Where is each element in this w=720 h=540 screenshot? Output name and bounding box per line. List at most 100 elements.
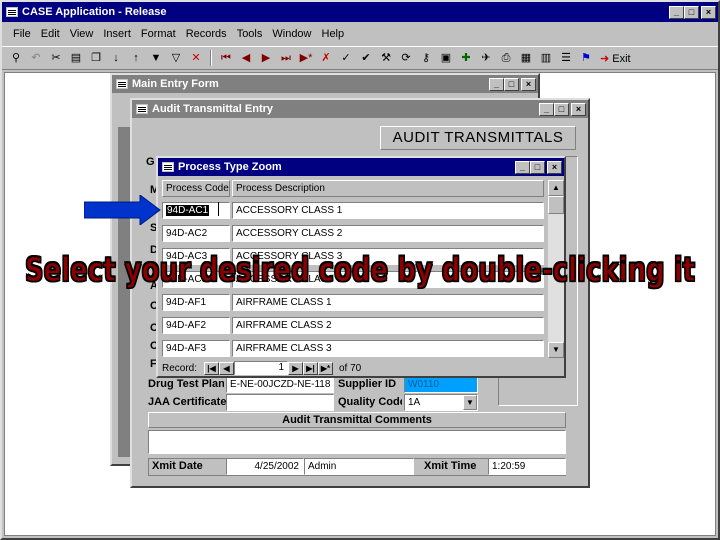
- audit-form-maximize-button[interactable]: □: [554, 102, 569, 116]
- properties-icon[interactable]: ▣: [438, 50, 454, 66]
- sort-ascending-icon[interactable]: ↓: [108, 50, 124, 66]
- main-form-title: Main Entry Form: [132, 78, 219, 90]
- column-header-process-code[interactable]: Process Code: [162, 180, 230, 197]
- last-record-button[interactable]: ▶|: [303, 361, 318, 375]
- user-field[interactable]: Admin: [304, 458, 414, 475]
- process-description-cell[interactable]: ACCESSORY CLASS 1: [232, 202, 544, 219]
- scroll-up-button[interactable]: ▲: [548, 180, 564, 196]
- menu-edit[interactable]: Edit: [36, 28, 65, 40]
- partial-label: G: [146, 156, 155, 168]
- sort-descending-icon[interactable]: ↑: [128, 50, 144, 66]
- new-record-icon[interactable]: ▶*: [298, 50, 314, 66]
- comments-field[interactable]: [148, 430, 566, 454]
- scroll-thumb[interactable]: [548, 196, 564, 214]
- form-window-icon: [162, 162, 174, 172]
- menu-window[interactable]: Window: [267, 28, 316, 40]
- menu-insert[interactable]: Insert: [98, 28, 136, 40]
- toolbar: ⚲ ↶ ✂ ▤ ❐ ↓ ↑ ▼ ▽ ✕ ⏮ ◀ ▶ ⏭ ▶* ✗ ✓ ✔ ⚒ ⟳…: [2, 46, 718, 70]
- column-header-process-description[interactable]: Process Description: [232, 180, 544, 197]
- new-record-button[interactable]: ▶*: [318, 361, 333, 375]
- next-record-button[interactable]: ▶: [288, 361, 303, 375]
- main-form-close-button[interactable]: ×: [521, 77, 536, 91]
- chart-icon[interactable]: ✚: [458, 50, 474, 66]
- audit-form-minimize-button[interactable]: _: [539, 102, 554, 116]
- spelling-icon[interactable]: ✔: [358, 50, 374, 66]
- zoom-title: Process Type Zoom: [178, 161, 282, 173]
- exit-icon: ➜: [600, 52, 610, 65]
- record-count: of 70: [339, 362, 362, 374]
- last-record-icon[interactable]: ⏭: [278, 50, 294, 66]
- previous-record-icon[interactable]: ◀: [238, 50, 254, 66]
- print-icon[interactable]: ⎙: [498, 50, 514, 66]
- process-code-selected: 94D-AC1: [166, 205, 210, 216]
- main-form-titlebar[interactable]: Main Entry Form _ □ ×: [112, 75, 538, 93]
- quality-code-label: Quality Code: [338, 396, 402, 408]
- process-code-cell[interactable]: 94D-AF1: [162, 294, 230, 311]
- copy-icon[interactable]: ❐: [88, 50, 104, 66]
- fax-icon[interactable]: ✈: [478, 50, 494, 66]
- filter-form-icon[interactable]: ▽: [168, 50, 184, 66]
- zoom-close-button[interactable]: ×: [547, 160, 562, 174]
- app-titlebar[interactable]: CASE Application - Release _ □ ×: [2, 2, 718, 22]
- undo-icon[interactable]: ↶: [28, 50, 44, 66]
- tools-icon[interactable]: ⚒: [378, 50, 394, 66]
- zoom-titlebar[interactable]: Process Type Zoom _ □ ×: [158, 158, 564, 176]
- delete-record-icon[interactable]: ✗: [318, 50, 334, 66]
- supplier-id-field[interactable]: W0110: [404, 376, 478, 393]
- zoom-minimize-button[interactable]: _: [515, 160, 530, 174]
- form-icon[interactable]: ▦: [518, 50, 534, 66]
- quality-code-select[interactable]: 1A ▼: [404, 394, 478, 411]
- main-form-maximize-button[interactable]: □: [504, 77, 519, 91]
- list-icon[interactable]: ☰: [558, 50, 574, 66]
- jaa-certificate-field[interactable]: [226, 394, 334, 411]
- record-number-field[interactable]: 1: [234, 361, 288, 375]
- previous-record-button[interactable]: ◀: [219, 361, 234, 375]
- toolbar-separator: [210, 50, 212, 66]
- close-button[interactable]: ×: [701, 5, 716, 19]
- sync-icon[interactable]: ⟳: [398, 50, 414, 66]
- process-code-cell[interactable]: 94D-AF2: [162, 317, 230, 334]
- remove-filter-icon[interactable]: ✕: [188, 50, 204, 66]
- menu-view[interactable]: View: [65, 28, 99, 40]
- menu-help[interactable]: Help: [317, 28, 350, 40]
- text-cursor-icon: [218, 202, 219, 216]
- first-record-icon[interactable]: ⏮: [218, 50, 234, 66]
- chevron-down-icon[interactable]: ▼: [463, 395, 477, 410]
- next-record-icon[interactable]: ▶: [258, 50, 274, 66]
- filter-selection-icon[interactable]: ▼: [148, 50, 164, 66]
- check-icon[interactable]: ✓: [338, 50, 354, 66]
- binoculars-icon[interactable]: ⚲: [8, 50, 24, 66]
- arrow-right-icon: [84, 195, 161, 225]
- zoom-maximize-button[interactable]: □: [530, 160, 545, 174]
- xmit-date-label: Xmit Date: [152, 460, 203, 472]
- jaa-certificate-label: JAA Certificate: [148, 396, 226, 408]
- table-icon[interactable]: ▥: [538, 50, 554, 66]
- drug-test-plan-field[interactable]: E-NE-00JCZD-NE-118: [226, 376, 334, 393]
- process-code-cell[interactable]: 94D-AC2: [162, 225, 230, 242]
- process-code-cell[interactable]: 94D-AC1: [162, 202, 230, 219]
- cut-icon[interactable]: ✂: [48, 50, 64, 66]
- menu-format[interactable]: Format: [136, 28, 181, 40]
- process-description-cell[interactable]: AIRFRAME CLASS 3: [232, 340, 544, 357]
- audit-form-close-button[interactable]: ×: [571, 102, 586, 116]
- key-icon[interactable]: ⚷: [418, 50, 434, 66]
- process-description-cell[interactable]: AIRFRAME CLASS 2: [232, 317, 544, 334]
- paste-icon[interactable]: ▤: [68, 50, 84, 66]
- funnel-icon[interactable]: ⚑: [578, 50, 594, 66]
- menu-file[interactable]: File: [8, 28, 36, 40]
- app-title: CASE Application - Release: [22, 6, 167, 18]
- process-description-cell[interactable]: AIRFRAME CLASS 1: [232, 294, 544, 311]
- menu-records[interactable]: Records: [181, 28, 232, 40]
- process-description-cell[interactable]: ACCESSORY CLASS 2: [232, 225, 544, 242]
- audit-form-titlebar[interactable]: Audit Transmittal Entry _ □ ×: [132, 100, 588, 118]
- main-form-minimize-button[interactable]: _: [489, 77, 504, 91]
- first-record-button[interactable]: |◀: [204, 361, 219, 375]
- xmit-time-field[interactable]: 1:20:59: [488, 458, 566, 475]
- minimize-button[interactable]: _: [669, 5, 684, 19]
- process-code-cell[interactable]: 94D-AF3: [162, 340, 230, 357]
- menu-tools[interactable]: Tools: [232, 28, 268, 40]
- xmit-date-field[interactable]: 4/25/2002: [226, 458, 304, 475]
- scroll-down-button[interactable]: ▼: [548, 342, 564, 358]
- maximize-button[interactable]: □: [684, 5, 699, 19]
- exit-button[interactable]: ➜ Exit: [598, 52, 631, 65]
